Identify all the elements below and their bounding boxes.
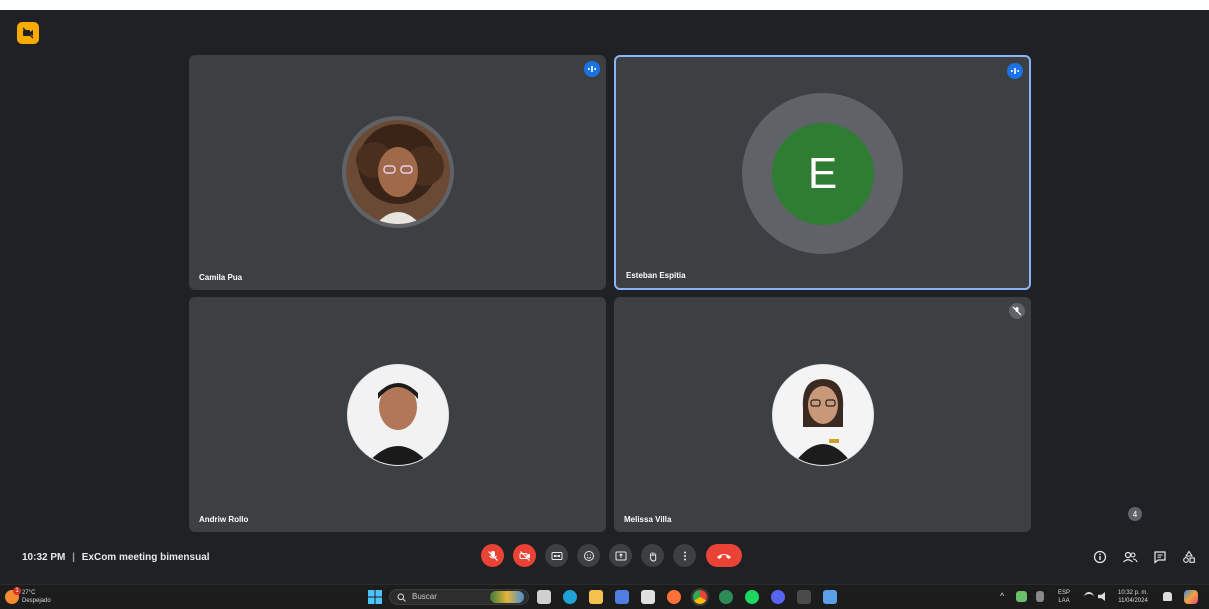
file-explorer-icon[interactable] (589, 590, 603, 604)
terminal-icon[interactable] (797, 590, 811, 604)
volume-icon[interactable] (1098, 592, 1105, 601)
participant-count-badge: 4 (1128, 507, 1142, 521)
avatar (347, 364, 449, 466)
activities-button[interactable] (1180, 548, 1198, 566)
app-icon[interactable] (719, 590, 733, 604)
discord-icon[interactable] (771, 590, 785, 604)
more-options-button[interactable] (673, 544, 696, 567)
keyboard-layout: LAA (1058, 598, 1070, 604)
hangup-button[interactable] (706, 544, 742, 567)
search-highlight-image (490, 591, 524, 603)
calendar-icon[interactable] (641, 590, 655, 604)
windows-taskbar: 1 27°C Despejado Buscar ^ ESP LAA 10:32 … (0, 584, 1209, 609)
present-button[interactable] (609, 544, 632, 567)
tray-overflow-icon[interactable]: ^ (1000, 591, 1004, 601)
language-code: ESP (1058, 590, 1071, 596)
captions-icon (551, 551, 562, 560)
people-icon (1123, 551, 1138, 563)
meeting-time: 10:32 PM (22, 552, 66, 563)
avatar-photo (773, 365, 873, 465)
camera-off-icon (519, 550, 530, 561)
present-icon (615, 551, 626, 560)
meet-window: Camila Pua E Esteban Espitia Andriw Roll… (0, 0, 1209, 609)
search-icon (397, 593, 406, 602)
start-button[interactable] (368, 590, 382, 604)
weather-widget[interactable]: 1 27°C Despejado (5, 587, 75, 607)
hangup-icon (717, 553, 731, 559)
weather-temp: 27°C (22, 590, 36, 596)
copilot-icon[interactable] (1184, 590, 1198, 604)
muted-mic-icon (1009, 303, 1025, 319)
chrome-icon[interactable] (691, 588, 709, 606)
participant-name: Esteban Espitia (626, 271, 686, 280)
firefox-icon[interactable] (667, 590, 681, 604)
emoji-icon (583, 550, 594, 561)
meeting-info: 10:32 PM | ExCom meeting bimensual (22, 552, 210, 563)
system-clock[interactable]: 10:32 p. m. 11/04/2024 (1118, 589, 1148, 605)
windows-logo-icon (368, 590, 382, 604)
notifications-icon[interactable] (1163, 592, 1172, 601)
more-options-icon (683, 551, 686, 560)
weather-alert-badge: 1 (13, 587, 21, 595)
camera-toggle-button[interactable] (513, 544, 536, 567)
avatar-photo (348, 365, 448, 465)
participant-name: Andriw Rollo (199, 515, 249, 524)
taskbar-search-input[interactable]: Buscar (389, 589, 529, 605)
edge-icon[interactable] (563, 590, 577, 604)
participant-tile-andriw[interactable]: Andriw Rollo (189, 297, 606, 532)
task-view-icon[interactable] (537, 590, 551, 604)
spotify-icon[interactable] (745, 590, 759, 604)
speaking-indicator-icon (584, 61, 600, 77)
wifi-icon[interactable] (1084, 592, 1094, 602)
meeting-details-button[interactable] (1091, 548, 1109, 566)
mic-off-icon (487, 550, 498, 561)
participant-tile-camila[interactable]: Camila Pua (189, 55, 606, 290)
participant-tile-melissa[interactable]: Melissa Villa (614, 297, 1031, 532)
activities-icon (1183, 550, 1195, 563)
input-language[interactable]: ESP LAA (1058, 589, 1070, 605)
speaking-indicator-icon (1007, 63, 1023, 79)
raise-hand-icon (649, 551, 656, 562)
meeting-separator: | (72, 552, 75, 563)
mic-toggle-button[interactable] (481, 544, 504, 567)
clock-date: 11/04/2024 (1118, 598, 1148, 604)
media-player-icon[interactable] (615, 590, 629, 604)
meeting-controls-bar: 10:32 PM | ExCom meeting bimensual (0, 540, 1209, 578)
letter-avatar: E (771, 122, 874, 225)
captions-button[interactable] (545, 544, 568, 567)
search-placeholder: Buscar (412, 592, 437, 601)
window-top-strip (0, 0, 1209, 10)
people-button[interactable] (1121, 548, 1139, 566)
participant-name: Camila Pua (199, 273, 243, 282)
participant-name: Melissa Villa (624, 515, 672, 524)
camera-off-notice-icon[interactable] (17, 22, 39, 44)
chat-button[interactable] (1151, 548, 1169, 566)
notepad-icon[interactable] (823, 590, 837, 604)
avatar (342, 116, 454, 228)
reactions-button[interactable] (577, 544, 600, 567)
raise-hand-button[interactable] (641, 544, 664, 567)
tray-app-icon[interactable] (1016, 591, 1027, 602)
tray-mic-icon[interactable] (1036, 591, 1044, 602)
weather-desc: Despejado (22, 598, 51, 604)
chat-icon (1154, 551, 1166, 564)
avatar: E (742, 93, 903, 254)
clock-time: 10:32 p. m. (1118, 590, 1149, 596)
participant-tile-esteban[interactable]: E Esteban Espitia (614, 55, 1031, 290)
weather-text: 27°C Despejado (22, 589, 51, 605)
info-icon (1093, 550, 1107, 564)
avatar-photo (346, 120, 450, 224)
avatar (772, 364, 874, 466)
meeting-title: ExCom meeting bimensual (81, 552, 210, 563)
